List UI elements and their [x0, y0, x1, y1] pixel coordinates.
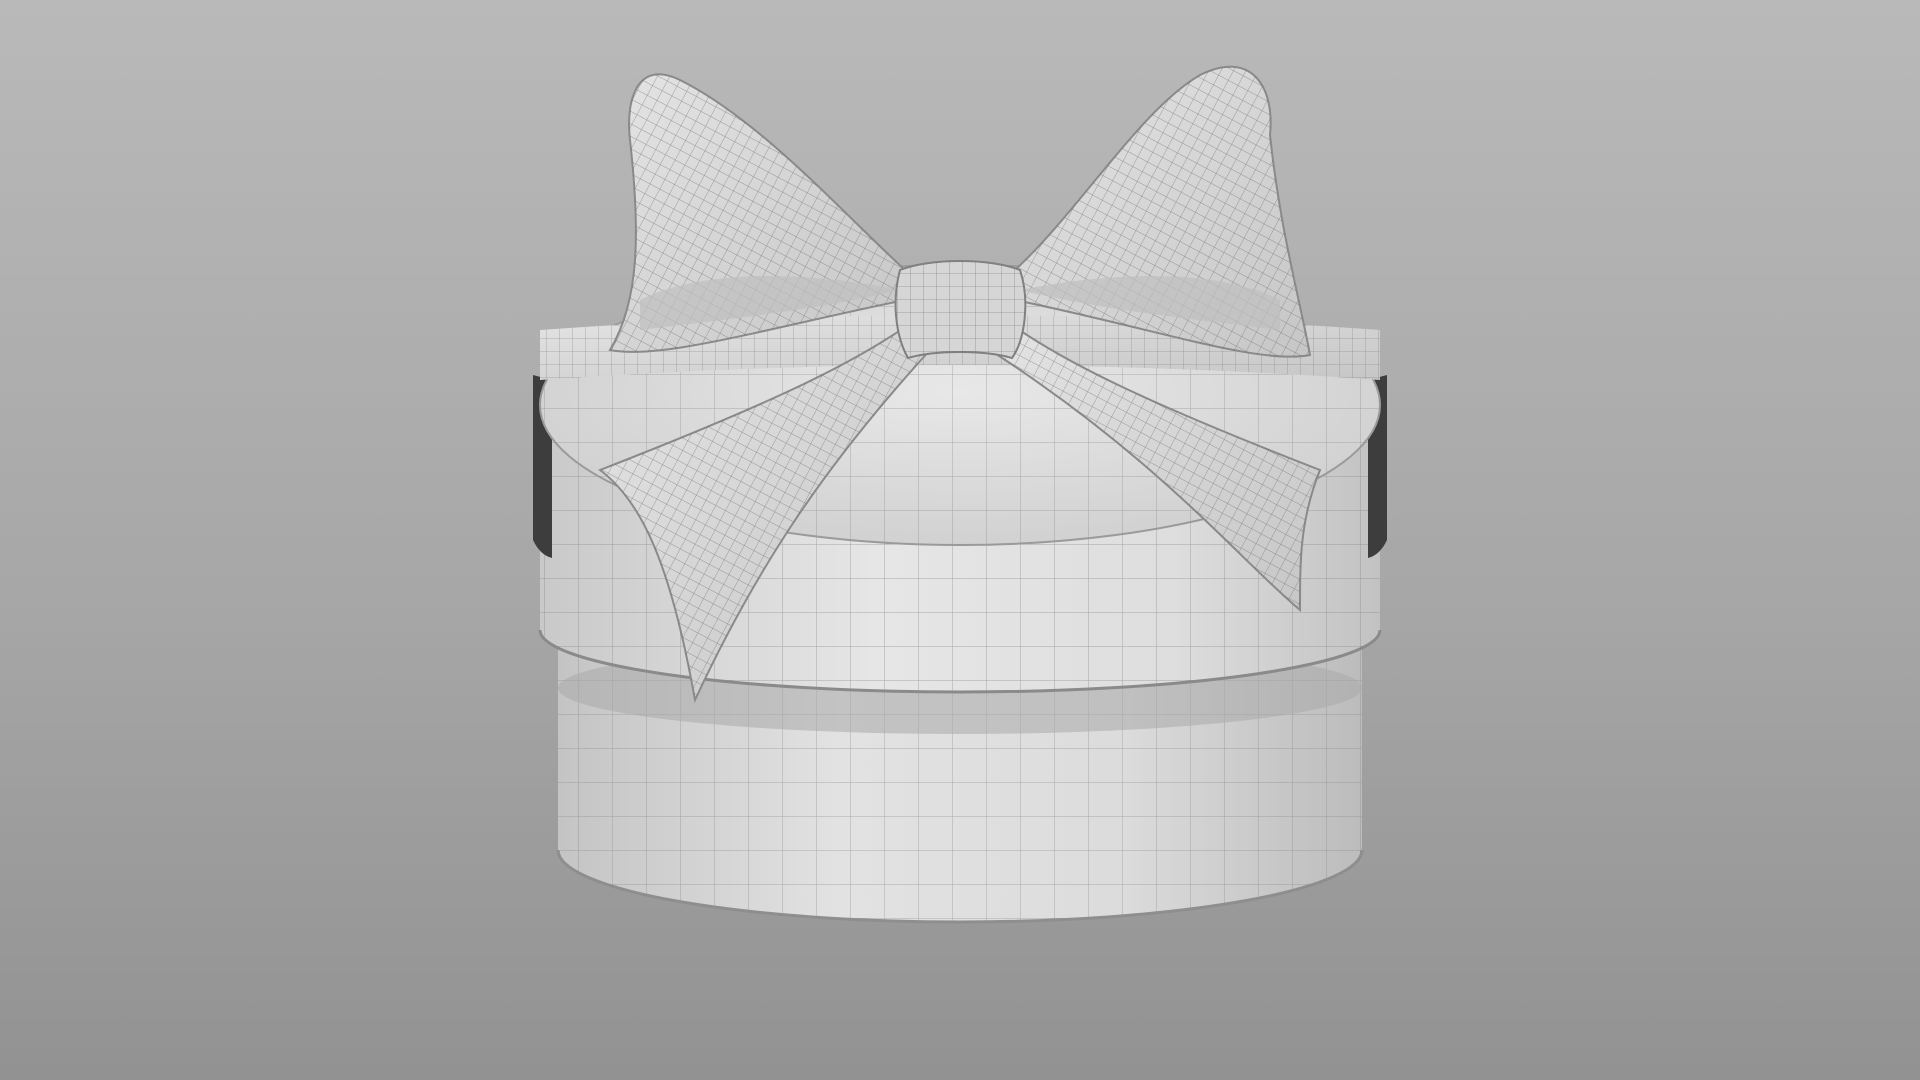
- gift-box-render: [533, 65, 1387, 924]
- render-viewport: [0, 0, 1920, 1080]
